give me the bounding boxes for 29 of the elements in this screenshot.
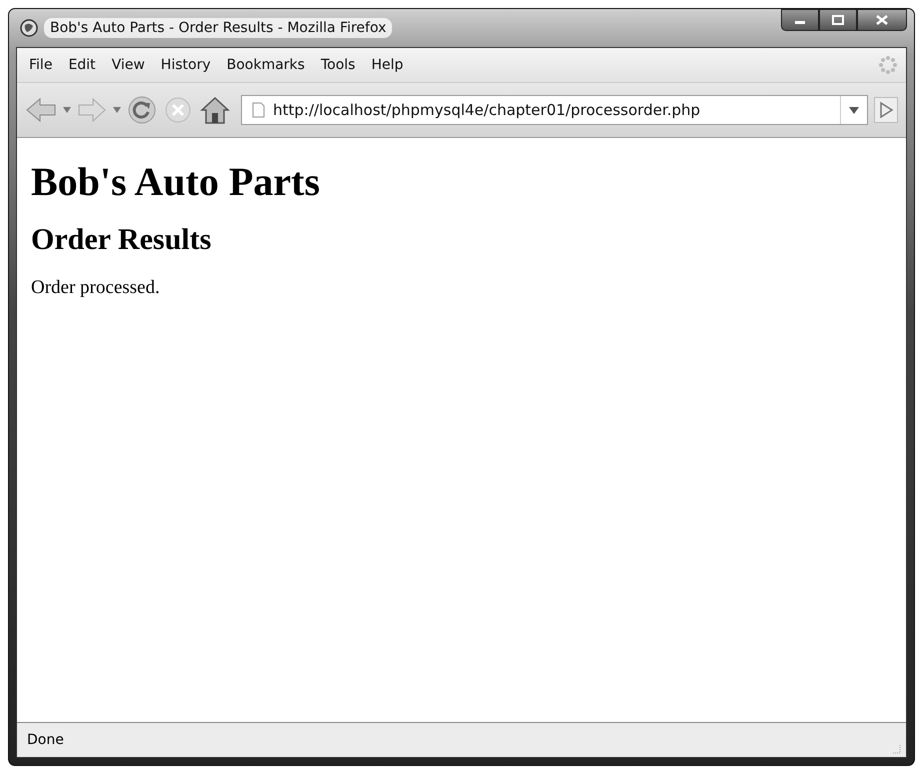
maximize-icon (832, 15, 844, 25)
page-icon (252, 102, 265, 118)
menu-item[interactable]: Help (363, 53, 412, 77)
minimize-button[interactable] (781, 9, 819, 31)
menu-item[interactable]: File (21, 53, 60, 77)
dropdown-icon[interactable] (849, 106, 859, 114)
window-title: Bob's Auto Parts - Order Results - Mozilla Firefox (44, 18, 392, 38)
throbber-icon (878, 55, 898, 75)
menu-item[interactable]: Tools (312, 53, 364, 77)
menu-item[interactable]: Bookmarks (218, 53, 313, 77)
close-button[interactable] (857, 9, 907, 31)
page-heading: Bob's Auto Parts (31, 158, 320, 205)
globe-icon (20, 19, 38, 37)
menu-item[interactable]: Edit (60, 53, 104, 77)
go-icon[interactable] (874, 97, 898, 123)
menu-item[interactable]: View (104, 53, 153, 77)
close-icon (876, 15, 888, 25)
status-text: Done (27, 732, 64, 748)
page-subheading: Order Results (31, 223, 212, 257)
dropdown-icon[interactable] (113, 107, 121, 113)
maximize-button[interactable] (819, 9, 857, 31)
menu-item[interactable]: History (152, 53, 219, 77)
address-field[interactable]: http://localhost/phpmysql4e/chapter01/processorder.php (241, 95, 868, 125)
reload-icon[interactable] (127, 95, 157, 125)
dropdown-icon[interactable] (63, 107, 71, 113)
home-icon[interactable] (199, 95, 231, 125)
back-icon[interactable] (25, 96, 57, 124)
body-text: Order processed. (31, 277, 160, 299)
resize-grip-icon[interactable] (890, 743, 902, 755)
